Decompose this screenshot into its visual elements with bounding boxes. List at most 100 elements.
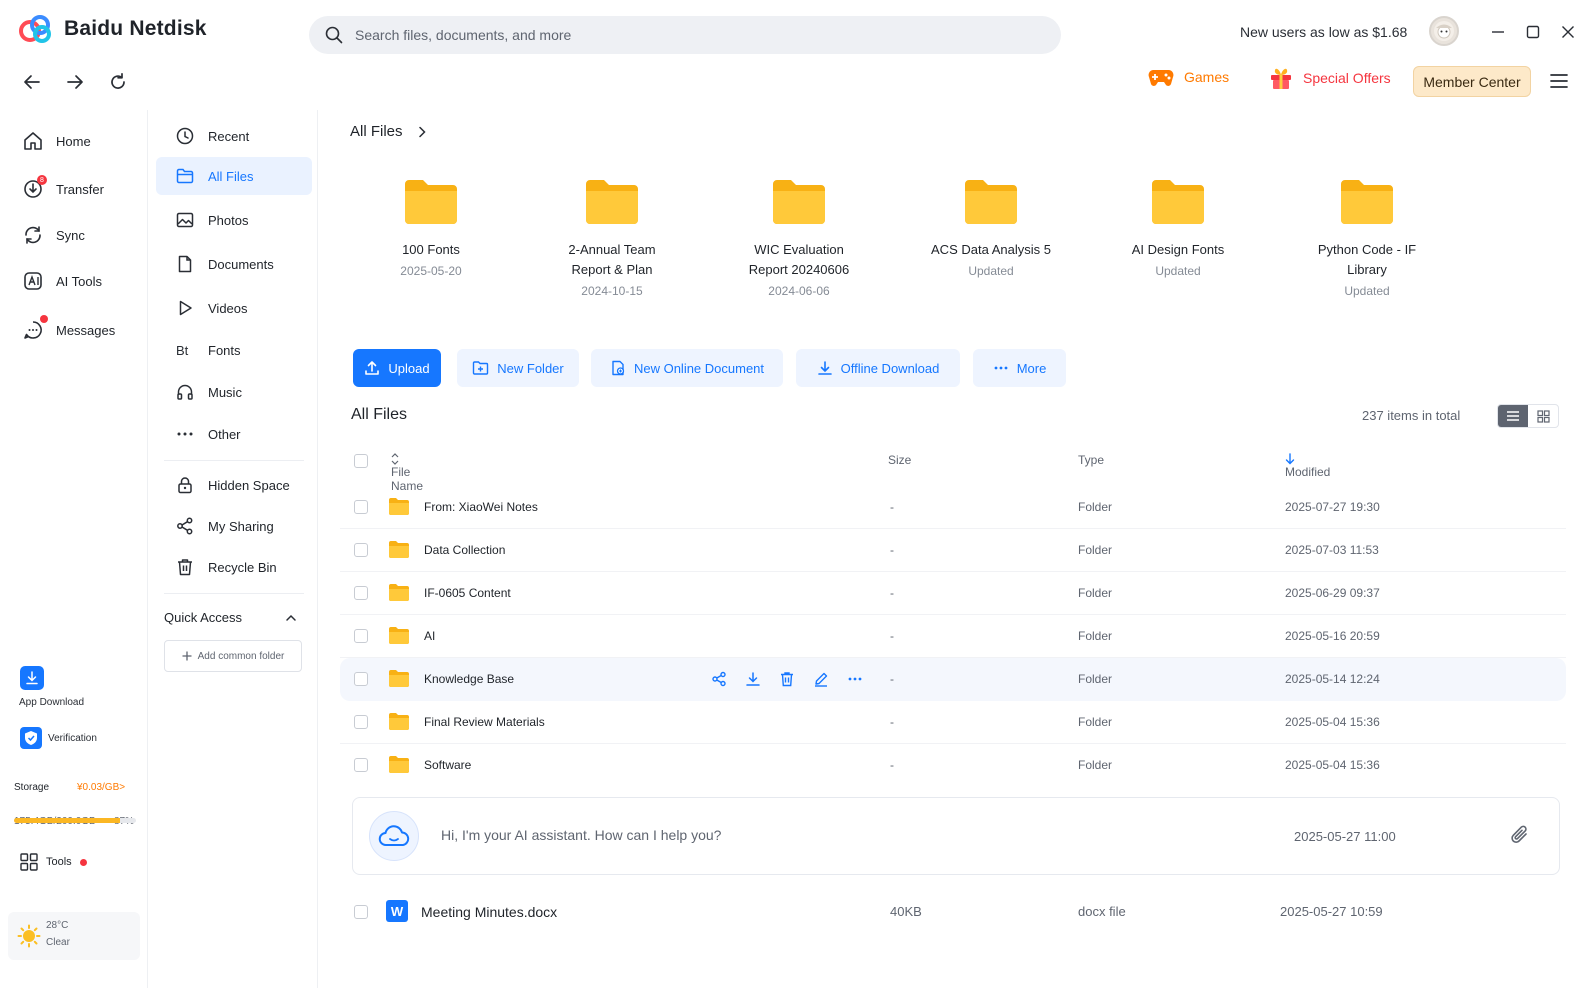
rail-ai-tools[interactable]: AI Tools bbox=[22, 270, 102, 292]
search-input[interactable] bbox=[355, 27, 1035, 43]
column-name[interactable]: File Name bbox=[391, 453, 423, 493]
games-link[interactable]: Games bbox=[1148, 66, 1229, 88]
table-row-hovered[interactable]: Knowledge Base - Folder 2025-05-14 12:24 bbox=[340, 658, 1566, 701]
nav-my-sharing[interactable]: My Sharing bbox=[156, 507, 312, 545]
table-row[interactable]: Final Review Materials - Folder 2025-05-… bbox=[340, 701, 1566, 744]
rail-messages[interactable]: Messages bbox=[22, 315, 115, 341]
quick-folder-status: Updated bbox=[968, 264, 1014, 278]
app-download-label[interactable]: App Download bbox=[19, 697, 84, 708]
search-bar[interactable] bbox=[309, 16, 1061, 54]
table-row[interactable]: IF-0605 Content - Folder 2025-06-29 09:3… bbox=[340, 572, 1566, 615]
add-common-folder-button[interactable]: Add common folder bbox=[164, 640, 302, 672]
promo-link[interactable]: New users as low as $1.68 bbox=[1240, 24, 1407, 40]
row-rename-button[interactable] bbox=[812, 670, 830, 688]
nav-photos[interactable]: Photos bbox=[156, 201, 312, 239]
folder-icon bbox=[176, 168, 194, 184]
forward-button[interactable] bbox=[61, 68, 89, 96]
row-share-button[interactable] bbox=[710, 670, 728, 688]
row-checkbox[interactable] bbox=[354, 586, 368, 600]
folder-icon bbox=[389, 498, 409, 515]
app-download-icon[interactable] bbox=[20, 666, 44, 690]
attach-button[interactable] bbox=[1509, 823, 1531, 847]
grid-view-button[interactable] bbox=[1528, 405, 1558, 427]
nav-recent[interactable]: Recent bbox=[156, 117, 312, 155]
quick-folder-tile[interactable]: Python Code - IF Library Updated bbox=[1287, 176, 1447, 298]
baidu-cloud-logo-icon bbox=[19, 15, 51, 43]
column-type[interactable]: Type bbox=[1078, 453, 1104, 467]
ai-avatar bbox=[369, 811, 419, 861]
games-icon bbox=[1148, 70, 1174, 86]
row-more-button[interactable] bbox=[846, 670, 864, 688]
quick-folder-name-line2: Report & Plan bbox=[571, 262, 653, 277]
minimize-button[interactable] bbox=[1486, 20, 1510, 44]
row-checkbox[interactable] bbox=[354, 905, 368, 919]
special-offers-link[interactable]: Special Offers bbox=[1269, 66, 1391, 90]
nav-recycle-bin[interactable]: Recycle Bin bbox=[156, 548, 312, 586]
nav-documents[interactable]: Documents bbox=[156, 245, 312, 283]
storage-price-link[interactable]: ¥0.03/GB> bbox=[77, 782, 125, 793]
nav-all-files[interactable]: All Files bbox=[156, 157, 312, 195]
row-modified: 2025-07-03 11:53 bbox=[1285, 543, 1379, 557]
table-row[interactable]: From: XiaoWei Notes - Folder 2025-07-27 … bbox=[340, 486, 1566, 529]
refresh-button[interactable] bbox=[104, 68, 132, 96]
avatar[interactable] bbox=[1429, 16, 1459, 46]
menu-button[interactable] bbox=[1548, 70, 1570, 92]
quick-folder-tile[interactable]: 2-Annual Team Report & Plan 2024-10-15 bbox=[532, 176, 692, 298]
back-button[interactable] bbox=[18, 68, 46, 96]
table-row[interactable]: Software - Folder 2025-05-04 15:36 bbox=[340, 744, 1566, 787]
row-download-button[interactable] bbox=[744, 670, 762, 688]
breadcrumb-all-files[interactable]: All Files bbox=[350, 123, 403, 140]
row-checkbox[interactable] bbox=[354, 715, 368, 729]
quick-access-collapse[interactable] bbox=[284, 611, 298, 625]
member-center-button[interactable]: Member Center bbox=[1413, 66, 1531, 97]
list-view-button[interactable] bbox=[1498, 405, 1528, 427]
weather-widget[interactable]: 28°C Clear bbox=[8, 912, 140, 960]
trash-icon bbox=[781, 672, 793, 687]
close-button[interactable] bbox=[1556, 20, 1580, 44]
nav-other-label: Other bbox=[208, 426, 241, 442]
nav-hidden-space[interactable]: Hidden Space bbox=[156, 466, 312, 504]
more-icon bbox=[848, 677, 862, 681]
section-title: All Files bbox=[351, 406, 408, 423]
ai-assistant-card[interactable]: Hi, I'm your AI assistant. How can I hel… bbox=[352, 797, 1560, 875]
row-checkbox[interactable] bbox=[354, 500, 368, 514]
nav-videos[interactable]: Videos bbox=[156, 289, 312, 327]
rail-home[interactable]: Home bbox=[22, 130, 91, 152]
verification-link[interactable]: Verification bbox=[20, 727, 97, 749]
row-delete-button[interactable] bbox=[778, 670, 796, 688]
maximize-button[interactable] bbox=[1521, 20, 1545, 44]
column-modified[interactable]: Modified bbox=[1285, 453, 1330, 479]
new-online-document-button[interactable]: New Online Document bbox=[591, 349, 783, 387]
rail-sync[interactable]: Sync bbox=[22, 224, 85, 246]
new-doc-icon bbox=[612, 360, 625, 376]
quick-folder-tile[interactable]: AI Design Fonts Updated bbox=[1098, 176, 1258, 278]
nav-music[interactable]: Music bbox=[156, 373, 312, 411]
ai-prompt-text[interactable]: Hi, I'm your AI assistant. How can I hel… bbox=[441, 827, 721, 843]
transfer-badge: 8 bbox=[37, 175, 47, 185]
quick-folder-tile[interactable]: ACS Data Analysis 5 Updated bbox=[911, 176, 1071, 278]
quick-folder-tile[interactable]: 100 Fonts 2025-05-20 bbox=[351, 176, 511, 278]
row-checkbox[interactable] bbox=[354, 758, 368, 772]
rail-transfer[interactable]: 8 Transfer bbox=[22, 175, 104, 200]
folder-icon bbox=[389, 584, 409, 601]
nav-other[interactable]: Other bbox=[156, 415, 312, 453]
more-actions-button[interactable]: More bbox=[973, 349, 1066, 387]
table-row-document[interactable]: W Meeting Minutes.docx 40KB docx file 20… bbox=[340, 889, 1566, 935]
row-checkbox[interactable] bbox=[354, 629, 368, 643]
select-all-checkbox[interactable] bbox=[354, 454, 368, 468]
row-type: Folder bbox=[1078, 672, 1113, 686]
upload-button[interactable]: Upload bbox=[353, 349, 441, 387]
row-checkbox[interactable] bbox=[354, 672, 368, 686]
quick-folder-tile[interactable]: WIC Evaluation Report 20240606 2024-06-0… bbox=[719, 176, 879, 298]
more-icon bbox=[994, 366, 1008, 370]
column-size[interactable]: Size bbox=[888, 453, 911, 467]
folder-icon bbox=[389, 627, 409, 644]
row-checkbox[interactable] bbox=[354, 543, 368, 557]
new-folder-button[interactable]: New Folder bbox=[457, 349, 579, 387]
offline-download-button[interactable]: Offline Download bbox=[796, 349, 960, 387]
home-icon bbox=[22, 130, 44, 152]
tools-link[interactable]: Tools bbox=[20, 853, 87, 871]
table-row[interactable]: Data Collection - Folder 2025-07-03 11:5… bbox=[340, 529, 1566, 572]
table-row[interactable]: AI - Folder 2025-05-16 20:59 bbox=[340, 615, 1566, 658]
nav-fonts[interactable]: Bt Fonts bbox=[156, 331, 312, 369]
